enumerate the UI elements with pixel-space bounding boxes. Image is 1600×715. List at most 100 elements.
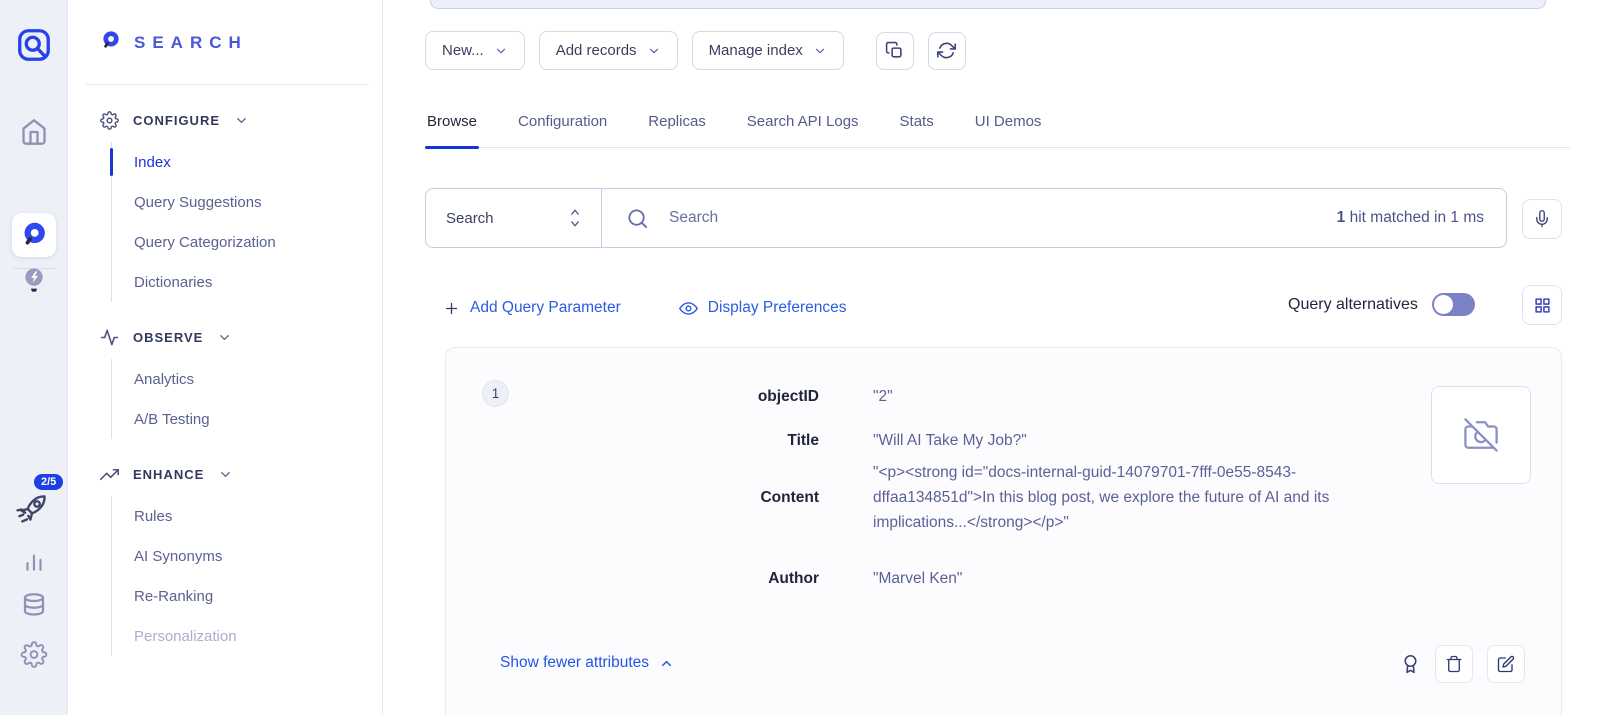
manage-index-button[interactable]: Manage index [692, 31, 844, 70]
sidebar-title-text: SEARCH [134, 33, 248, 53]
index-toolbar: New... Add records Manage index [425, 31, 966, 70]
search-mode-value: Search [446, 210, 494, 227]
settings-gear-icon[interactable] [20, 641, 47, 668]
voice-search-button[interactable] [1522, 199, 1562, 239]
field-row-author: Author "Marvel Ken" [446, 566, 962, 591]
chevron-up-down-icon [567, 207, 583, 229]
display-preferences-label: Display Preferences [708, 299, 847, 317]
manage-index-label: Manage index [709, 42, 803, 59]
add-records-button[interactable]: Add records [539, 31, 678, 70]
award-icon[interactable] [1400, 653, 1421, 676]
hit-card: 1 objectID "2" Title "Will AI Take My Jo… [445, 347, 1562, 715]
sidebar-item-query-suggestions[interactable]: Query Suggestions [112, 182, 382, 222]
display-preferences-link[interactable]: Display Preferences [679, 299, 847, 318]
eye-icon [679, 299, 698, 318]
trash-icon [1445, 655, 1463, 673]
field-label: Title [446, 432, 819, 450]
algolia-dashboard: 2/5 [0, 0, 1600, 715]
trending-up-icon [100, 465, 119, 484]
section-observe-header[interactable]: OBSERVE [100, 328, 382, 347]
home-icon[interactable] [20, 118, 48, 146]
sidebar-item-analytics[interactable]: Analytics [112, 359, 382, 399]
section-observe-label: OBSERVE [133, 330, 203, 345]
field-value: "Will AI Take My Job?" [873, 428, 1027, 453]
show-fewer-label: Show fewer attributes [500, 654, 649, 672]
sidebar-item-query-categorization[interactable]: Query Categorization [112, 222, 382, 262]
search-product-icon[interactable] [12, 213, 56, 257]
hit-actions [1400, 645, 1525, 683]
refresh-icon [937, 41, 956, 60]
chevron-down-icon [218, 467, 233, 482]
tab-search-api-logs[interactable]: Search API Logs [745, 103, 861, 147]
section-configure: CONFIGURE Index Query Suggestions Query … [100, 111, 382, 302]
add-query-parameter-link[interactable]: Add Query Parameter [443, 299, 621, 317]
chevron-down-icon [647, 44, 661, 58]
edit-record-button[interactable] [1487, 645, 1525, 683]
section-enhance: ENHANCE Rules AI Synonyms Re-Ranking Per… [100, 465, 382, 656]
search-bar: Search 1 hit matched in 1 ms [425, 188, 1507, 248]
field-value: "2" [873, 384, 893, 409]
database-icon[interactable] [20, 592, 47, 619]
search-input[interactable] [669, 209, 1317, 227]
section-observe: OBSERVE Analytics A/B Testing [100, 328, 382, 439]
usage-badge: 2/5 [34, 474, 63, 490]
sidebar-item-ab-testing[interactable]: A/B Testing [112, 399, 382, 439]
search-icon [626, 207, 649, 230]
tab-ui-demos[interactable]: UI Demos [973, 103, 1044, 147]
sidebar-item-ai-synonyms[interactable]: AI Synonyms [112, 536, 382, 576]
plus-icon [443, 300, 460, 317]
new-index-button[interactable]: New... [425, 31, 525, 70]
sidebar-item-index[interactable]: Index [112, 142, 382, 182]
tab-replicas[interactable]: Replicas [646, 103, 708, 147]
field-value: "Marvel Ken" [873, 566, 962, 591]
chevron-down-icon [813, 44, 827, 58]
field-label: Content [446, 489, 819, 507]
product-rail: 2/5 [0, 0, 68, 715]
chevron-up-icon [659, 656, 674, 671]
image-placeholder [1431, 386, 1531, 484]
query-alternatives-toggle[interactable] [1432, 293, 1475, 316]
camera-off-icon [1464, 418, 1498, 452]
grid-icon [1534, 297, 1551, 314]
collapsed-panel-edge [430, 0, 1546, 9]
refresh-button[interactable] [928, 32, 966, 70]
chevron-down-icon [217, 330, 232, 345]
field-label: objectID [446, 388, 819, 406]
layout-grid-button[interactable] [1522, 285, 1562, 325]
sidebar-item-rules[interactable]: Rules [112, 496, 382, 536]
search-title-icon [100, 30, 121, 56]
sidebar-title: SEARCH [100, 30, 382, 56]
new-button-label: New... [442, 42, 484, 59]
sidebar-item-dictionaries[interactable]: Dictionaries [112, 262, 382, 302]
algolia-logo-icon[interactable] [15, 26, 53, 64]
bar-chart-icon[interactable] [21, 548, 47, 574]
sidebar-item-re-ranking[interactable]: Re-Ranking [112, 576, 382, 616]
sidebar-item-personalization[interactable]: Personalization [112, 616, 382, 656]
sidebar-divider [86, 84, 369, 85]
copy-index-button[interactable] [876, 32, 914, 70]
field-row-content: Content "<p><strong id="docs-internal-gu… [446, 460, 1413, 535]
section-enhance-header[interactable]: ENHANCE [100, 465, 382, 484]
search-mode-select[interactable]: Search [426, 189, 602, 247]
query-alternatives-group: Query alternatives [1288, 293, 1475, 316]
section-configure-header[interactable]: CONFIGURE [100, 111, 382, 130]
show-fewer-attributes-link[interactable]: Show fewer attributes [500, 654, 674, 672]
field-row-objectid: objectID "2" [446, 384, 893, 409]
query-options-row: Add Query Parameter Display Preferences [443, 296, 846, 320]
copy-icon [885, 41, 904, 60]
index-tabs: Browse Configuration Replicas Search API… [425, 103, 1570, 148]
tab-browse[interactable]: Browse [425, 103, 479, 147]
tab-stats[interactable]: Stats [898, 103, 936, 147]
chevron-down-icon [234, 113, 249, 128]
field-label: Author [446, 570, 819, 588]
delete-record-button[interactable] [1435, 645, 1473, 683]
search-sidebar: SEARCH CONFIGURE Index Query Suggestions [68, 0, 383, 715]
tab-configuration[interactable]: Configuration [516, 103, 609, 147]
add-records-label: Add records [556, 42, 637, 59]
rocket-icon[interactable] [15, 487, 53, 527]
field-row-title: Title "Will AI Take My Job?" [446, 428, 1027, 453]
query-alternatives-label: Query alternatives [1288, 296, 1418, 314]
hits-summary: 1 hit matched in 1 ms [1337, 209, 1506, 227]
recommend-product-icon[interactable] [20, 265, 48, 300]
microphone-icon [1533, 210, 1551, 228]
